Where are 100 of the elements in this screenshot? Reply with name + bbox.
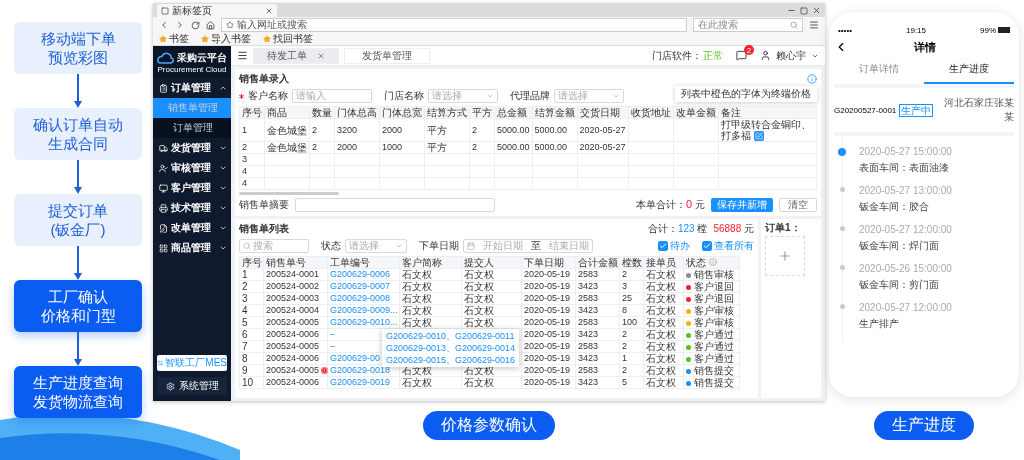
user-icon bbox=[760, 50, 771, 61]
field-label: 销售单摘要 bbox=[239, 199, 289, 212]
column-header: 门体总高 bbox=[334, 106, 380, 119]
back-icon bbox=[159, 20, 169, 30]
sidebar-item[interactable]: 审核管理 bbox=[153, 158, 231, 178]
table-cell: 石文权 bbox=[461, 304, 522, 317]
order-link[interactable]: G200629-0006 bbox=[327, 268, 400, 281]
edit-icon[interactable] bbox=[753, 131, 764, 142]
sidebar-item[interactable]: 订单管理 bbox=[153, 78, 231, 98]
browser-tab[interactable]: 新标签页 bbox=[157, 4, 277, 17]
store-status: 门店软件：正常 bbox=[652, 49, 723, 62]
sidebar-item[interactable]: 改单管理 bbox=[153, 218, 231, 238]
chevron-down-icon bbox=[612, 92, 620, 100]
clear-button[interactable]: 清空 bbox=[779, 198, 817, 213]
screen-title: 详情 bbox=[913, 39, 937, 55]
table-cell: 石文权 bbox=[461, 292, 522, 305]
table-cell: 100 bbox=[619, 316, 644, 329]
select-field[interactable]: 请选择 bbox=[554, 89, 624, 103]
column-header: 数量 bbox=[309, 106, 335, 119]
browser-search-field[interactable]: 在此搜索 bbox=[693, 18, 803, 32]
timeline-text: 钣金车间：焊门面 bbox=[859, 239, 940, 253]
order-link[interactable]: G200629-0009... bbox=[327, 304, 400, 317]
address-field[interactable]: 输入网址或搜索 bbox=[221, 18, 687, 32]
checkbox[interactable]: 查看所有 bbox=[702, 240, 754, 253]
table-cell: 石文权 bbox=[643, 280, 684, 293]
column-header: 结算金额 bbox=[532, 106, 578, 119]
table-cell: 石文权 bbox=[399, 316, 462, 329]
column-header: 序号 bbox=[239, 106, 265, 119]
user-name[interactable]: 赖心宇 bbox=[776, 49, 806, 62]
menu-icon bbox=[237, 50, 248, 61]
sidebar-subitem[interactable]: 销售单管理 bbox=[153, 98, 231, 118]
mes-button[interactable]: 智联工厂MES bbox=[157, 355, 227, 371]
settings-button[interactable]: 系统管理 bbox=[157, 377, 227, 395]
status-cell: 销售提交 bbox=[683, 364, 740, 377]
order-link[interactable]: G200629-0007 bbox=[327, 280, 400, 293]
page-tab[interactable]: 发货单管理 bbox=[344, 47, 430, 64]
table-cell: 3423 bbox=[575, 304, 620, 317]
table-cell: 200524-0005 bbox=[263, 364, 328, 377]
forward-icon bbox=[175, 20, 185, 30]
info-icon bbox=[807, 74, 817, 84]
table-cell: 2020-05-27 bbox=[577, 118, 629, 142]
table-cell: 石文权 bbox=[461, 316, 522, 329]
table-cell: 5 bbox=[239, 316, 264, 329]
customer-name: 河北石家庄张某某 bbox=[943, 96, 1014, 124]
table-cell: 2020-05-19 bbox=[521, 328, 576, 341]
bookmark-link[interactable]: 书签 bbox=[159, 33, 189, 45]
menu-icon bbox=[809, 20, 819, 30]
sidebar-subitem[interactable]: 订单管理 bbox=[153, 118, 231, 138]
timeline-text: 生产排产 bbox=[859, 317, 900, 331]
order-link[interactable]: G200629-0010... bbox=[327, 316, 400, 329]
select-field[interactable]: 请选择 bbox=[428, 89, 498, 103]
sidebar-item[interactable]: 客户管理 bbox=[153, 178, 231, 198]
table-cell: 25 bbox=[619, 292, 644, 305]
table-cell: 7 bbox=[239, 340, 264, 353]
table-cell: 2020-05-19 bbox=[521, 352, 576, 365]
close-icon bbox=[265, 6, 273, 15]
column-header: 接单员 bbox=[643, 256, 684, 269]
table-cell: 平方 bbox=[424, 118, 470, 142]
column-header: 下单日期 bbox=[521, 256, 576, 269]
table-cell: 石文权 bbox=[643, 376, 684, 389]
bookmark-link[interactable]: 导入书签 bbox=[201, 33, 251, 45]
maximize-icon bbox=[800, 6, 808, 15]
table-cell: 石文权 bbox=[643, 364, 684, 377]
table-cell: 2583 bbox=[575, 316, 620, 329]
column-header: 收货地址 bbox=[628, 106, 674, 119]
select-field[interactable]: 请选择 bbox=[345, 239, 407, 254]
order-link[interactable]: G200629-0019 bbox=[327, 376, 400, 389]
table-cell: 金色城堡 bbox=[264, 141, 310, 154]
status-cell: 销售提交 bbox=[683, 376, 740, 389]
column-header: 状态 bbox=[683, 256, 740, 269]
search-field[interactable]: 搜索 bbox=[239, 239, 309, 254]
table-cell: 3423 bbox=[575, 328, 620, 341]
tab[interactable]: 订单详情 bbox=[834, 58, 924, 84]
table-cell: 2 bbox=[239, 141, 265, 154]
bookmark-link[interactable]: 找回书签 bbox=[263, 33, 313, 45]
menu-item-icon bbox=[159, 143, 168, 153]
sidebar-item[interactable]: 技术管理 bbox=[153, 198, 231, 218]
sidebar-item[interactable]: 商品管理 bbox=[153, 238, 231, 258]
carrier-signal: ••••• bbox=[838, 25, 852, 35]
table-cell: 2020-05-27 bbox=[577, 141, 629, 154]
date-range-field[interactable]: 开始日期 至 结束日期 bbox=[463, 239, 593, 254]
table-cell: 200524-0005 bbox=[263, 340, 328, 353]
save-button[interactable]: 保存并新增 bbox=[711, 198, 773, 213]
menu-item-icon bbox=[159, 183, 168, 193]
checkbox[interactable]: 待办 bbox=[658, 240, 690, 253]
table-cell: 200524-0006 bbox=[263, 352, 328, 365]
page-tab[interactable]: 待发工单 bbox=[253, 47, 339, 64]
table-cell: 3200 bbox=[334, 118, 380, 142]
table-cell: 石文权 bbox=[461, 268, 522, 281]
tab[interactable]: 生产进度 bbox=[924, 58, 1014, 84]
table-cell: 1000 bbox=[379, 141, 425, 154]
table-cell: 石文权 bbox=[643, 352, 684, 365]
input-field[interactable]: 请输入 bbox=[292, 89, 372, 103]
upload-button[interactable] bbox=[765, 236, 805, 277]
sidebar-item[interactable]: 发货管理 bbox=[153, 138, 231, 158]
check-icon bbox=[659, 242, 667, 251]
input-field[interactable] bbox=[295, 198, 495, 213]
order-link[interactable]: G200629-0008 bbox=[327, 292, 400, 305]
order-total: 本单合计：0 元 bbox=[636, 198, 705, 213]
chevron-down-icon bbox=[219, 184, 227, 192]
